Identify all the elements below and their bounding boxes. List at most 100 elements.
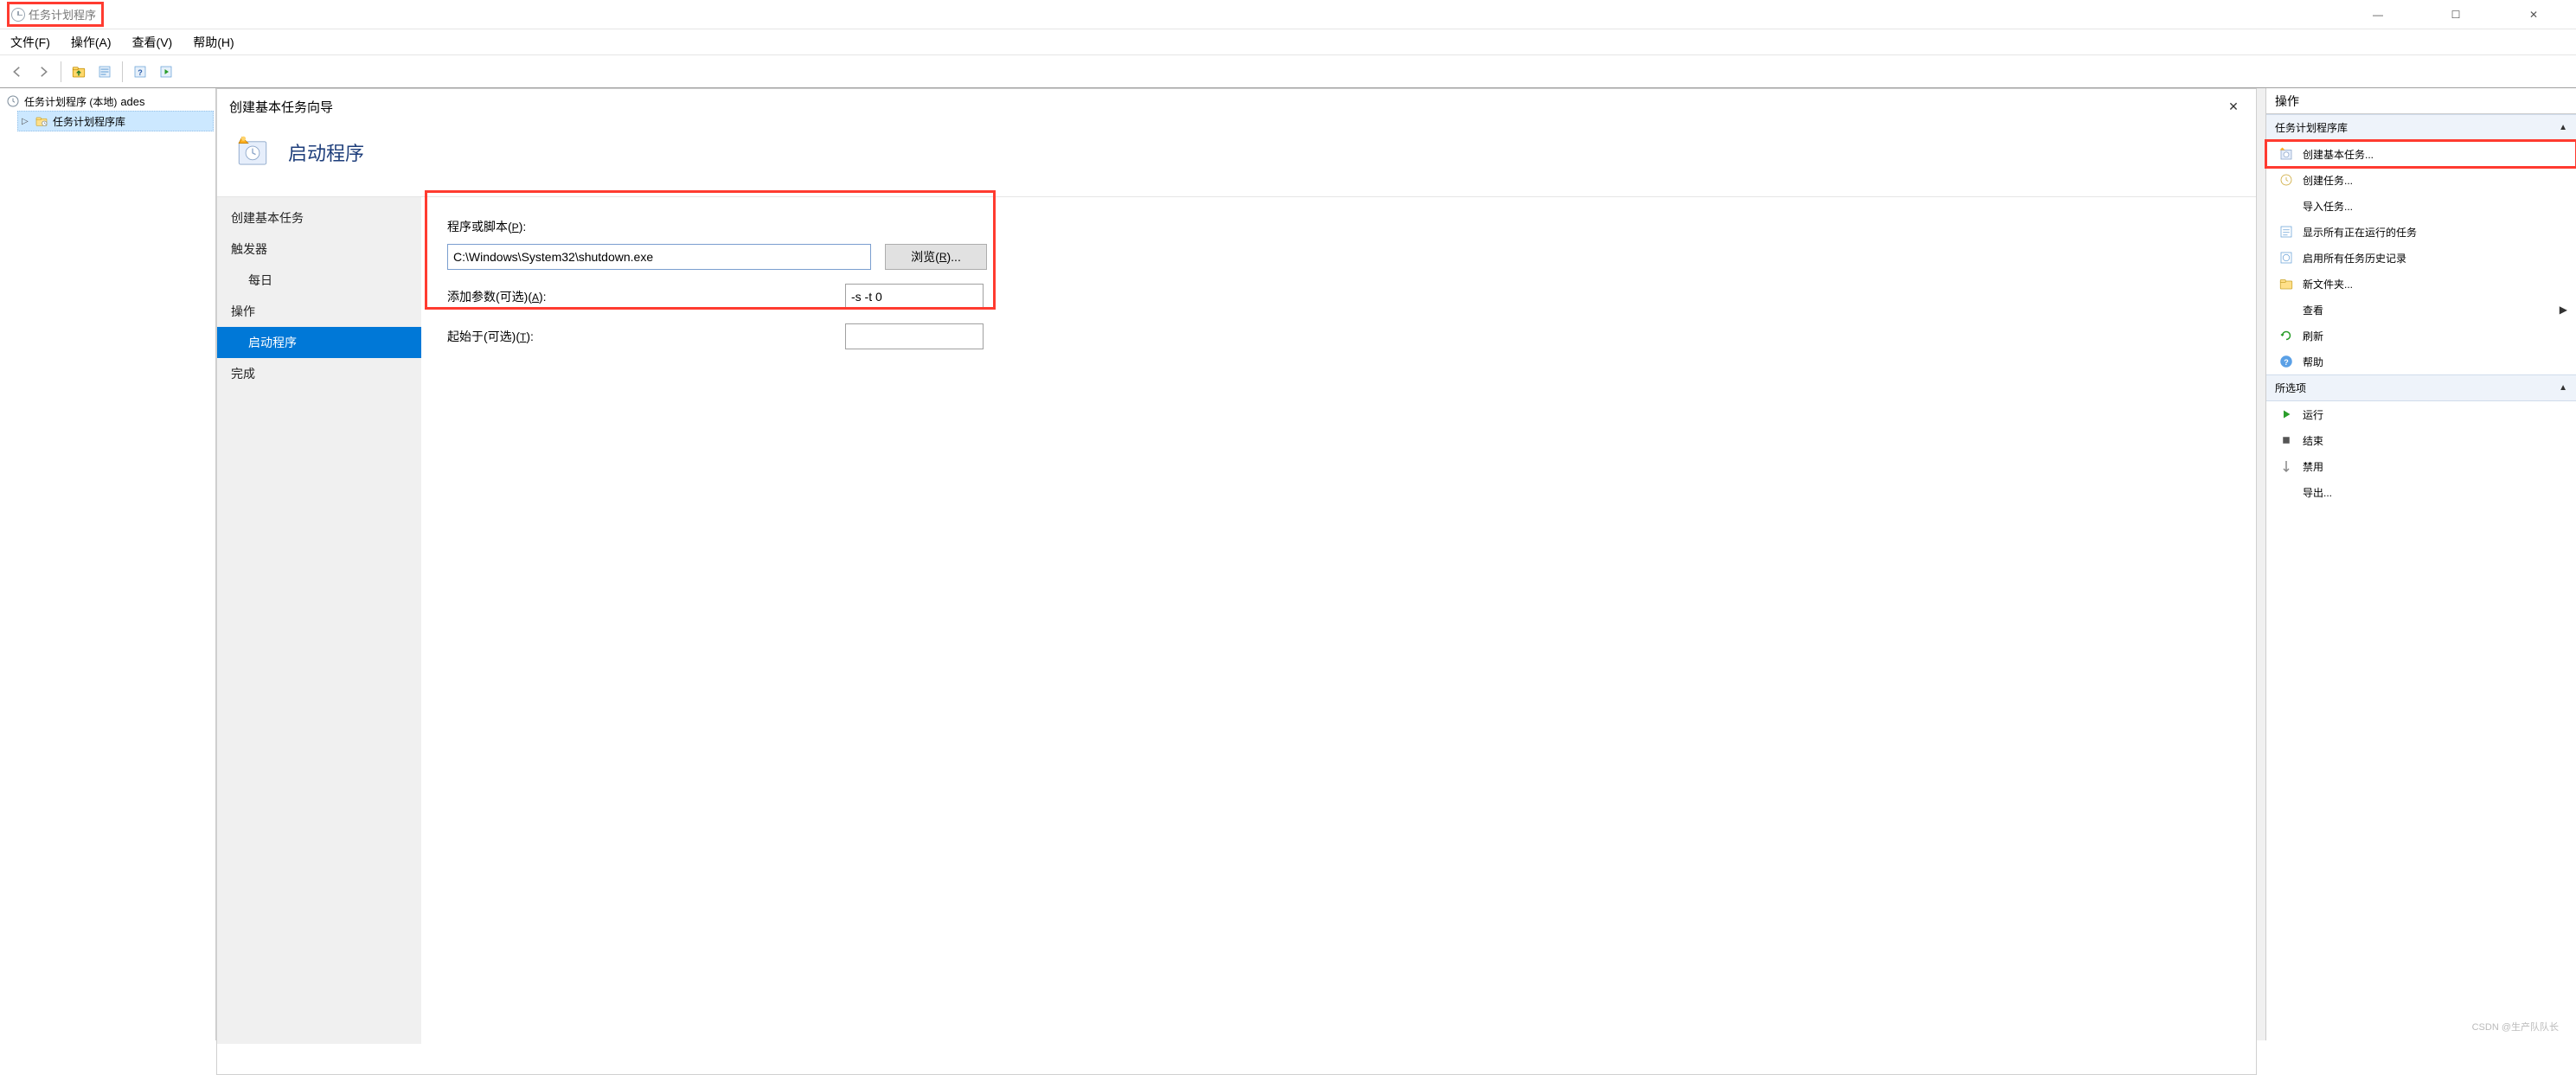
actions-section-library[interactable]: 任务计划程序库 ▲ xyxy=(2266,114,2576,141)
minimize-button[interactable]: — xyxy=(2339,2,2417,28)
collapse-caret-icon: ▲ xyxy=(2559,383,2567,393)
toolbar-separator xyxy=(122,61,123,82)
action-create-task[interactable]: 创建任务... xyxy=(2266,167,2576,193)
tree-root-label: 任务计划程序 (本地) xyxy=(24,94,117,109)
action-create-basic-task[interactable]: 创建基本任务... xyxy=(2266,141,2576,167)
help-icon: ? xyxy=(2278,354,2294,369)
wizard-nav-start-program[interactable]: 启动程序 xyxy=(217,327,421,358)
action-import-task-label: 导入任务... xyxy=(2303,199,2353,214)
blank-icon xyxy=(2278,484,2294,500)
blank-icon xyxy=(2278,302,2294,317)
tree-library-label: 任务计划程序库 xyxy=(53,114,125,129)
window-title: 任务计划程序 xyxy=(29,6,96,22)
browse-button[interactable]: 浏览(R)... xyxy=(885,244,987,270)
action-view-submenu[interactable]: 查看 ▶ xyxy=(2266,297,2576,323)
action-help-label: 帮助 xyxy=(2303,355,2323,369)
action-refresh[interactable]: 刷新 xyxy=(2266,323,2576,349)
nav-forward-button[interactable] xyxy=(31,60,55,84)
wizard-hero-icon xyxy=(234,134,271,170)
wizard-nav-finish[interactable]: 完成 xyxy=(217,358,421,389)
clock-icon xyxy=(11,8,25,22)
toolbar-help-button[interactable]: ? xyxy=(128,60,152,84)
folder-clock-icon xyxy=(34,113,49,129)
play-icon xyxy=(2278,406,2294,422)
action-new-folder-label: 新文件夹... xyxy=(2303,277,2353,291)
action-import-task[interactable]: 导入任务... xyxy=(2266,193,2576,219)
action-create-task-label: 创建任务... xyxy=(2303,173,2353,188)
wizard-nav-trigger[interactable]: 触发器 xyxy=(217,234,421,265)
action-export[interactable]: 导出... xyxy=(2266,479,2576,505)
menubar: 文件(F) 操作(A) 查看(V) 帮助(H) xyxy=(0,29,2576,55)
wizard-body: 创建基本任务 触发器 每日 操作 启动程序 完成 程序或脚本(P): 浏览(R)… xyxy=(217,197,2256,1044)
clock-icon xyxy=(5,93,21,109)
action-end[interactable]: 结束 xyxy=(2266,427,2576,453)
action-show-running[interactable]: 显示所有正在运行的任务 xyxy=(2266,219,2576,245)
wizard-nav: 创建基本任务 触发器 每日 操作 启动程序 完成 xyxy=(217,197,421,1044)
action-disable[interactable]: 禁用 xyxy=(2266,453,2576,479)
wizard-nav-daily[interactable]: 每日 xyxy=(217,265,421,296)
actions-section-selected-label: 所选项 xyxy=(2275,381,2306,395)
titlebar-left: 任务计划程序 xyxy=(7,2,104,27)
chevron-right-icon: ▶ xyxy=(2560,304,2567,316)
wizard-nav-create-basic[interactable]: 创建基本任务 xyxy=(217,202,421,234)
history-icon xyxy=(2278,250,2294,266)
menu-file[interactable]: 文件(F) xyxy=(10,34,50,51)
menu-help[interactable]: 帮助(H) xyxy=(193,34,234,51)
title-highlight-box: 任务计划程序 xyxy=(7,2,104,27)
action-run-label: 运行 xyxy=(2303,407,2323,422)
disable-icon xyxy=(2278,458,2294,474)
center-pane: 创建基本任务向导 ✕ 启动程序 创建基本任务 触发器 每日 操作 启动程序 完成 xyxy=(216,88,2266,1040)
wizard-nav-operation[interactable]: 操作 xyxy=(217,296,421,327)
chevron-right-icon: ▷ xyxy=(22,117,30,126)
clock-small-icon xyxy=(2278,172,2294,188)
wizard-header: 创建基本任务向导 ✕ xyxy=(217,89,2256,125)
main-area: 任务计划程序 (本地)ades ▷ 任务计划程序库 创建基本任务向导 ✕ 启动程… xyxy=(0,88,2576,1040)
stop-icon xyxy=(2278,432,2294,448)
toolbar: ? xyxy=(0,55,2576,88)
svg-text:?: ? xyxy=(2284,358,2289,367)
wizard-title: 创建基本任务向导 xyxy=(229,98,333,116)
tree-root[interactable]: 任务计划程序 (本地)ades xyxy=(2,92,214,111)
start-in-label: 起始于(可选)(T): xyxy=(447,328,534,345)
action-refresh-label: 刷新 xyxy=(2303,329,2323,343)
close-button[interactable]: ✕ xyxy=(2495,2,2573,28)
menu-action[interactable]: 操作(A) xyxy=(71,34,112,51)
add-args-input[interactable] xyxy=(845,284,984,310)
program-script-input[interactable] xyxy=(447,244,871,270)
collapse-caret-icon: ▲ xyxy=(2559,123,2567,132)
wizard-icon xyxy=(2278,146,2294,162)
list-icon xyxy=(2278,224,2294,240)
maximize-button[interactable]: ☐ xyxy=(2417,2,2495,28)
action-enable-history[interactable]: 启用所有任务历史记录 xyxy=(2266,245,2576,271)
nav-back-button[interactable] xyxy=(5,60,29,84)
program-script-label: 程序或脚本(P): xyxy=(447,220,526,234)
wizard-hero: 启动程序 xyxy=(217,125,2256,197)
action-new-folder[interactable]: 新文件夹... xyxy=(2266,271,2576,297)
wizard-dialog: 创建基本任务向导 ✕ 启动程序 创建基本任务 触发器 每日 操作 启动程序 完成 xyxy=(216,88,2257,1075)
refresh-icon xyxy=(2278,328,2294,343)
watermark: CSDN @生产队队长 xyxy=(2472,1020,2559,1033)
action-view-label: 查看 xyxy=(2303,303,2323,317)
menu-view[interactable]: 查看(V) xyxy=(132,34,173,51)
add-args-label: 添加参数(可选)(A): xyxy=(447,288,547,305)
titlebar: 任务计划程序 — ☐ ✕ xyxy=(0,0,2576,29)
svg-text:?: ? xyxy=(138,67,143,76)
action-run[interactable]: 运行 xyxy=(2266,401,2576,427)
actions-pane-header: 操作 xyxy=(2266,88,2576,114)
actions-pane: 操作 任务计划程序库 ▲ 创建基本任务... 创建任务... 导入任务... 显… xyxy=(2266,88,2576,1040)
folder-icon xyxy=(2278,276,2294,291)
toolbar-folder-up-button[interactable] xyxy=(67,60,91,84)
action-disable-label: 禁用 xyxy=(2303,459,2323,474)
wizard-close-button[interactable]: ✕ xyxy=(2223,96,2244,117)
toolbar-properties-button[interactable] xyxy=(93,60,117,84)
wizard-hero-text: 启动程序 xyxy=(288,138,364,166)
tree-pane: 任务计划程序 (本地)ades ▷ 任务计划程序库 xyxy=(0,88,216,1040)
window-controls: — ☐ ✕ xyxy=(2339,2,2573,28)
action-export-label: 导出... xyxy=(2303,485,2332,500)
action-enable-history-label: 启用所有任务历史记录 xyxy=(2303,251,2406,266)
actions-section-selected[interactable]: 所选项 ▲ xyxy=(2266,374,2576,401)
start-in-input[interactable] xyxy=(845,323,984,349)
action-help[interactable]: ? 帮助 xyxy=(2266,349,2576,374)
toolbar-run-button[interactable] xyxy=(154,60,178,84)
tree-library[interactable]: ▷ 任务计划程序库 xyxy=(17,111,214,131)
